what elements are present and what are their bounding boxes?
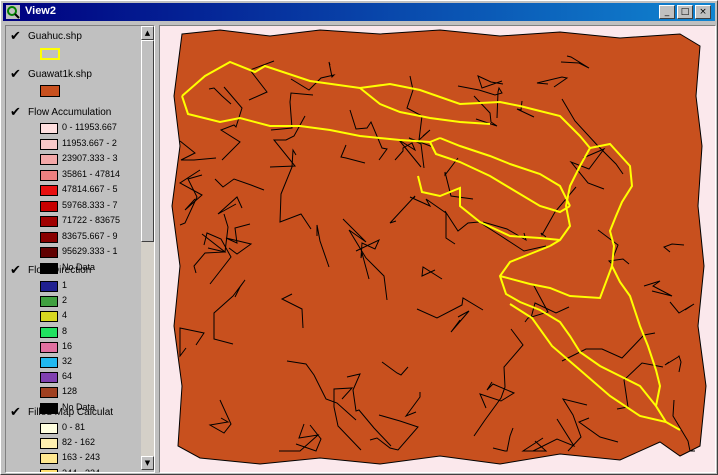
legend-label: 8	[62, 325, 68, 336]
layer-name: Flow Accumulation	[28, 107, 112, 118]
layer-checkbox[interactable]: ✔	[10, 68, 24, 82]
legend-swatch	[40, 231, 58, 243]
legend-swatch	[40, 357, 58, 368]
legend-entry: 163 - 243	[40, 452, 140, 465]
legend-swatch	[40, 372, 58, 384]
legend-entry: 128	[40, 386, 140, 399]
legend-label: 59768.333 - 7	[62, 199, 118, 210]
legend-label: 83675.667 - 9	[62, 230, 118, 241]
legend-label: 1	[62, 280, 68, 290]
legend-label: 128	[62, 386, 78, 397]
arcview-app-icon	[6, 5, 20, 19]
legend-label: 4	[62, 310, 68, 321]
legend-label: 11953.667 - 2	[62, 137, 117, 148]
legend-swatch	[40, 438, 58, 450]
maximize-button[interactable]: □	[677, 5, 693, 19]
legend-entry: 244 - 324	[40, 468, 140, 472]
legend-swatch	[40, 123, 58, 134]
scroll-thumb[interactable]	[141, 40, 154, 242]
legend-entry: 0 - 11953.667	[40, 122, 140, 134]
layer-checkbox[interactable]: ✔	[10, 106, 24, 120]
layer-name: Guawat1k.shp	[28, 69, 92, 80]
legend-swatch	[40, 423, 58, 434]
window-title: View2	[25, 5, 56, 17]
legend-entry: 83675.667 - 9	[40, 231, 140, 243]
layer-checkbox[interactable]: ✔	[10, 406, 24, 420]
legend-label: 82 - 162	[62, 437, 96, 448]
legend-swatch	[40, 453, 58, 465]
legend-swatch	[40, 326, 58, 338]
legend-swatch	[40, 169, 58, 181]
legend-swatch	[40, 200, 58, 212]
legend-swatch	[40, 311, 58, 323]
legend-entry: 4	[40, 310, 140, 323]
legend-entry: 11953.667 - 2	[40, 138, 140, 150]
legend-entry: 64	[40, 371, 140, 384]
legend-entry: 2	[40, 295, 140, 308]
layer-checkbox[interactable]: ✔	[10, 30, 24, 44]
layer-flow-direction[interactable]: ✔ Flow Direction 1 2 4 8 16 32 64 128 No Data	[6, 264, 140, 424]
legend-swatch	[40, 216, 58, 227]
legend-label: 0 - 81	[62, 422, 86, 432]
legend-entry: 1	[40, 280, 140, 292]
legend-entry: 71722 - 83675	[40, 215, 140, 227]
map-display[interactable]	[159, 25, 716, 473]
layer-checkbox[interactable]: ✔	[10, 264, 24, 278]
legend-entry: 35861 - 47814	[40, 169, 140, 181]
line-symbol	[40, 48, 60, 60]
polygon-symbol	[40, 85, 60, 97]
table-of-contents: ✔ Guahuc.shp ✔ Guawat1k.shp ✔ Flow Accum…	[5, 25, 155, 473]
title-bar[interactable]: View2 _ □ ×	[3, 3, 715, 21]
layer-guahuc[interactable]: ✔ Guahuc.shp	[6, 30, 140, 64]
watershed-polygons	[171, 29, 707, 465]
legend-swatch	[40, 468, 58, 472]
legend-label: 244 - 324	[62, 468, 100, 472]
legend-label: 16	[62, 340, 73, 351]
legend-entry: 32	[40, 356, 140, 368]
scroll-down-arrow-icon[interactable]: ▼	[141, 456, 154, 470]
legend-label: 163 - 243	[62, 452, 101, 463]
legend-entry: 0 - 81	[40, 422, 140, 434]
legend-swatch	[40, 247, 58, 258]
legend-label: 95629.333 - 1	[62, 246, 118, 256]
scroll-up-arrow-icon[interactable]: ▲	[141, 26, 154, 40]
legend-swatch	[40, 387, 58, 399]
legend-entry: 47814.667 - 5	[40, 184, 140, 196]
legend-swatch	[40, 185, 58, 196]
legend-label: 32	[62, 356, 73, 366]
toc-scrollbar[interactable]: ▲ ▼	[141, 26, 154, 470]
layer-guawat1k[interactable]: ✔ Guawat1k.shp	[6, 68, 140, 98]
legend-label: 71722 - 83675	[62, 215, 121, 225]
legend-swatch	[40, 138, 58, 150]
legend-entry: 23907.333 - 3	[40, 153, 140, 165]
layer-name: Filled Map Calculat	[28, 407, 114, 418]
legend-label: 2	[62, 295, 68, 306]
layer-filled-map-calculation[interactable]: ✔ Filled Map Calculat 0 - 81 82 - 162 163 …	[6, 406, 140, 472]
legend-entry: 95629.333 - 1	[40, 246, 140, 258]
legend-entry: 82 - 162	[40, 437, 140, 450]
layer-name: Guahuc.shp	[28, 31, 82, 42]
layer-name: Flow Direction	[28, 265, 92, 276]
legend-swatch	[40, 281, 58, 292]
legend-label: 23907.333 - 3	[62, 153, 118, 163]
view-window: View2 _ □ × ✔ Guahuc.shp ✔ Guawat1k.shp …	[0, 0, 718, 475]
legend-label: 35861 - 47814	[62, 168, 121, 179]
legend-entry: 8	[40, 326, 140, 338]
legend-label: 0 - 11953.667	[62, 122, 117, 132]
legend-label: 64	[62, 371, 73, 382]
legend-swatch	[40, 296, 58, 308]
map-canvas[interactable]	[160, 26, 715, 472]
legend-entry: 16	[40, 341, 140, 353]
legend-swatch	[40, 154, 58, 165]
legend-entry: 59768.333 - 7	[40, 200, 140, 212]
legend-swatch	[40, 341, 58, 353]
minimize-button[interactable]: _	[659, 5, 675, 19]
layer-flow-accumulation[interactable]: ✔ Flow Accumulation 0 - 11953.667 11953.6…	[6, 106, 140, 276]
legend-label: 47814.667 - 5	[62, 184, 118, 194]
close-button[interactable]: ×	[695, 5, 711, 19]
